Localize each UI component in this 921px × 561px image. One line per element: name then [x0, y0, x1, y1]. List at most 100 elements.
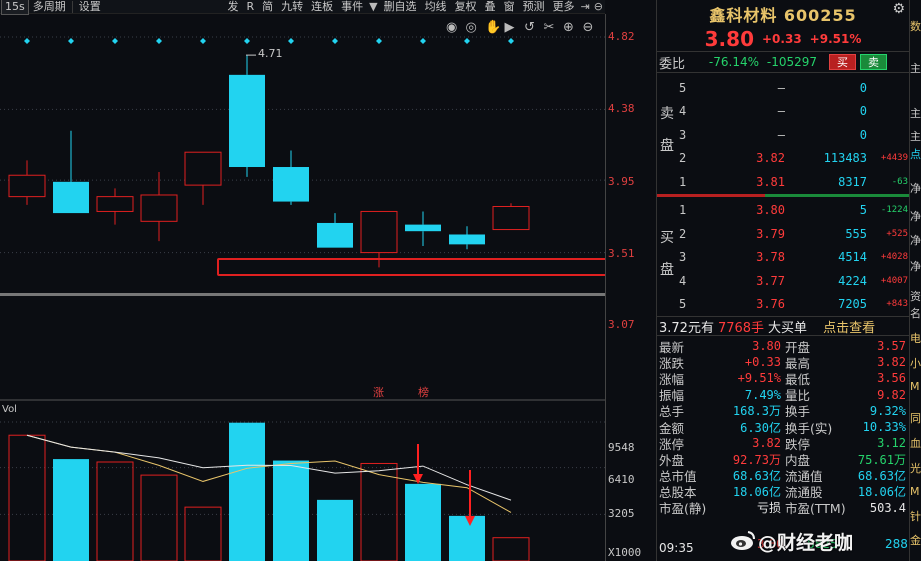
vol-axis-unit: X1000: [608, 546, 642, 559]
strip-item[interactable]: 数: [910, 18, 921, 34]
big-order-label: 大买单: [768, 320, 808, 336]
strip-item[interactable]: 名: [910, 305, 921, 321]
stock-name[interactable]: 鑫科材料 600255: [709, 2, 856, 26]
strip-item[interactable]: 针: [910, 508, 921, 524]
stat-value: +0.33: [744, 355, 781, 370]
strip-item[interactable]: 净: [910, 208, 921, 224]
multi-period-button[interactable]: 多周期: [29, 0, 70, 14]
ask-row[interactable]: 1 3.81 8317 -63: [657, 170, 909, 194]
strip-item[interactable]: 资: [910, 288, 921, 304]
bid-row[interactable]: 3 3.78 4514 +4028: [657, 246, 909, 270]
stat-value-2: 68.63亿: [857, 469, 906, 484]
signal-diamond: [156, 38, 162, 44]
minus-icon: ⊖: [583, 20, 594, 35]
ask-row[interactable]: 3—0: [657, 123, 909, 147]
strip-item[interactable]: M: [910, 485, 921, 498]
axis-label-4: 3.51: [608, 247, 635, 260]
click-to-view-link[interactable]: 点击查看: [821, 317, 877, 336]
ask-level: 5: [679, 80, 687, 95]
toolbar-event-button[interactable]: 事件: [337, 0, 367, 14]
tick-count: 288: [885, 537, 908, 551]
strip-item[interactable]: 净: [910, 180, 921, 196]
kline-chart[interactable]: ◉ ◎ ✋ ▶ ↺ ✂ ⊕ ⊖ 4.71 涨 榜 Vol: [0, 14, 605, 561]
stat-value-2: 18.06亿: [857, 485, 906, 500]
strip-item[interactable]: M: [910, 380, 921, 393]
gear-icon[interactable]: ⚙: [892, 1, 905, 17]
axis-label-bottom: 3.07: [608, 318, 635, 331]
candle-body-down: [317, 222, 353, 248]
signal-diamond: [420, 38, 426, 44]
ask-row[interactable]: 5 — 0: [657, 76, 909, 100]
stat-value: 6.30亿: [740, 420, 781, 435]
stat-row: 市盈(静) 亏损 市盈(TTM) 503.4: [657, 500, 909, 517]
order-ratio-value: -105297: [766, 55, 817, 69]
toolbar-jian-button[interactable]: 简: [258, 0, 277, 14]
bang-marker: 榜: [418, 385, 429, 399]
bid-row[interactable]: 2 3.79 555 +525: [657, 222, 909, 246]
strip-item[interactable]: 金: [910, 532, 921, 548]
ask-row[interactable]: 4—0: [657, 100, 909, 124]
toolbar-window-button[interactable]: 窗: [500, 0, 519, 14]
bid-change: +4007: [880, 275, 908, 286]
last-price: 3.80: [704, 27, 754, 51]
big-order-tab[interactable]: 3.72元有 7768手 大买单 点击查看: [657, 316, 909, 336]
strip-item[interactable]: 光: [910, 460, 921, 476]
volume-bar-up: [360, 462, 398, 561]
stat-value-2: 3.56: [877, 371, 906, 386]
strip-item[interactable]: 血: [910, 435, 921, 451]
bid-change: -1224: [880, 205, 908, 216]
settings-button[interactable]: 设置: [75, 0, 105, 14]
strip-item[interactable]: 主: [910, 60, 921, 76]
dropdown-triangle-icon[interactable]: ▼: [367, 0, 379, 13]
toolbar-remove-favorite-button[interactable]: 删自选: [380, 0, 421, 14]
toolbar-r-button[interactable]: R: [242, 0, 258, 14]
toolbar-lianban-button[interactable]: 连板: [307, 0, 337, 14]
toolbar-fa-button[interactable]: 发: [223, 0, 242, 14]
strip-item[interactable]: 小: [910, 355, 921, 371]
ask-book: 卖 盘 5—0 4—0 3—0 2 3.82 113483 +4439 1 3.81 8317 -6…: [657, 73, 909, 194]
strip-item[interactable]: 净: [910, 232, 921, 248]
bid-price: 3.79: [756, 226, 785, 241]
side-strip[interactable]: 数主主主点净净净净资名电小M同血光M针金: [909, 0, 921, 561]
toolbar-adjust-button[interactable]: 复权: [451, 0, 481, 14]
pin-arrow-icon[interactable]: ⇥: [579, 0, 592, 13]
strip-item[interactable]: 点: [910, 146, 921, 162]
candle-body-up: [140, 194, 178, 222]
signal-diamond-row: [24, 38, 514, 44]
ask-level: 1: [679, 174, 687, 189]
bid-row[interactable]: 1 3.80 5 -1224: [657, 199, 909, 223]
strip-item[interactable]: 净: [910, 258, 921, 274]
weibo-logo-icon: [731, 531, 755, 550]
volume-bar-down: [273, 460, 309, 561]
toolbar-predict-button[interactable]: 预测: [519, 0, 549, 14]
stat-value-2: 10.33%: [862, 420, 906, 435]
ask-row[interactable]: 2 3.82 113483 +4439: [657, 147, 909, 171]
strip-item[interactable]: 电: [910, 330, 921, 346]
stats-table: 最新 3.80 开盘 3.57 涨跌 +0.33 最高 3.82 涨幅 +9.51% 最低 3.56 振…: [657, 336, 909, 516]
order-ratio-row: 委比 -76.14% -105297 买 卖: [657, 51, 909, 73]
period-selector[interactable]: 15s: [1, 0, 29, 15]
toolbar-more-button[interactable]: 更多: [549, 0, 579, 14]
signal-diamond: [288, 38, 294, 44]
strip-item[interactable]: 主: [910, 105, 921, 121]
chart-toolbar: 15s 多周期 设置 发 R 简 九转 连板 事件 ▼ 删自选 均线 复权 叠 …: [0, 0, 605, 15]
eye-off-icon: ◎: [466, 20, 477, 35]
bid-row[interactable]: 5 3.76 7205 +843: [657, 293, 909, 317]
strip-item[interactable]: 同: [910, 410, 921, 426]
strip-item[interactable]: 主: [910, 128, 921, 144]
volume-bar-down: [405, 483, 441, 561]
buy-button[interactable]: 买: [829, 54, 856, 70]
price-row: 3.80 +0.33 +9.51%: [657, 27, 909, 51]
toolbar-jiuzhuan-button[interactable]: 九转: [277, 0, 307, 14]
signal-diamond: [68, 38, 74, 44]
bid-price: 3.78: [756, 250, 785, 265]
volume-bar-up: [140, 474, 178, 561]
minus-circle-icon[interactable]: ⊖: [592, 0, 605, 13]
stat-value-2: 75.61万: [857, 452, 906, 467]
toolbar-ma-button[interactable]: 均线: [421, 0, 451, 14]
bid-row[interactable]: 4 3.77 4224 +4007: [657, 269, 909, 293]
toolbar-overlay-button[interactable]: 叠: [481, 0, 500, 14]
bid-change: +4028: [880, 252, 908, 263]
signal-diamond: [376, 38, 382, 44]
sell-button[interactable]: 卖: [860, 54, 887, 70]
